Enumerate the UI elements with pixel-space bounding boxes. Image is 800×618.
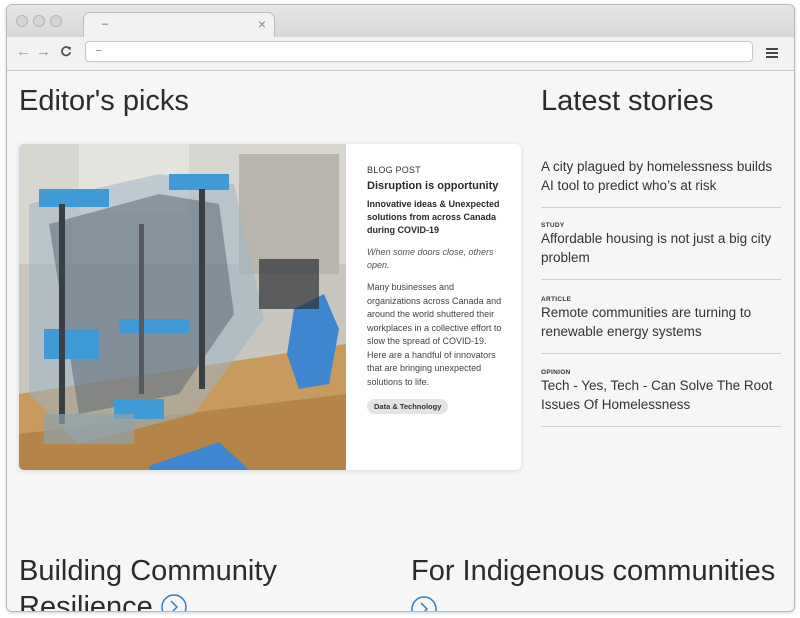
building-resilience-heading-line2[interactable]: Resilience	[19, 591, 187, 612]
tab-title: –	[102, 18, 109, 30]
card-tagline: When some doors close, others open.	[367, 247, 494, 270]
story-item[interactable]: STUDY Affordable housing is not just a b…	[541, 222, 781, 280]
3d-printer-photo	[19, 144, 346, 470]
story-title[interactable]: Affordable housing is not just a big cit…	[541, 229, 781, 267]
story-title[interactable]: Tech - Yes, Tech - Can Solve The Root Is…	[541, 376, 781, 414]
browser-toolbar: ← → –	[7, 37, 794, 71]
featured-card[interactable]: BLOG POST Disruption is opportunity Inno…	[19, 144, 521, 470]
building-resilience-heading-line1[interactable]: Building Community	[19, 555, 277, 588]
maximize-window-button[interactable]	[50, 15, 62, 27]
tab-close-icon[interactable]: ×	[258, 16, 266, 32]
story-item[interactable]: ARTICLE Remote communities are turning t…	[541, 296, 781, 354]
card-description: Many businesses and organizations across…	[367, 282, 502, 387]
card-subtitle: Innovative ideas & Unexpected solutions …	[367, 199, 500, 235]
arrow-circle-icon[interactable]	[161, 594, 187, 612]
reload-icon[interactable]	[60, 44, 72, 60]
address-text: –	[96, 45, 102, 56]
story-label: OPINION	[541, 369, 571, 376]
card-kicker: BLOG POST	[367, 165, 421, 175]
close-window-button[interactable]	[16, 15, 28, 27]
editors-picks-heading: Editor's picks	[19, 85, 189, 117]
story-label: STUDY	[541, 222, 565, 229]
browser-tab[interactable]: – ×	[83, 12, 275, 38]
back-button[interactable]: ←	[16, 43, 31, 60]
featured-card-body: BLOG POST Disruption is opportunity Inno…	[367, 165, 504, 414]
browser-window: – × ← → – Editor's picks Latest stories	[6, 4, 795, 612]
page-content: Editor's picks Latest stories BLOG POST …	[7, 71, 794, 611]
indigenous-communities-heading[interactable]: For Indigenous communities	[411, 555, 775, 588]
story-label: ARTICLE	[541, 296, 572, 303]
story-item[interactable]: OPINION Tech - Yes, Tech - Can Solve The…	[541, 369, 781, 427]
story-item[interactable]: A city plagued by homelessness builds AI…	[541, 157, 781, 208]
minimize-window-button[interactable]	[33, 15, 45, 27]
topic-tag[interactable]: Data & Technology	[367, 399, 449, 414]
story-title[interactable]: Remote communities are turning to renewa…	[541, 303, 781, 341]
browser-titlebar: – ×	[7, 5, 794, 38]
building-resilience-heading-text: Resilience	[19, 591, 153, 612]
menu-icon[interactable]	[766, 48, 778, 60]
forward-button[interactable]: →	[36, 43, 51, 60]
story-title[interactable]: A city plagued by homelessness builds AI…	[541, 157, 781, 195]
latest-stories-heading: Latest stories	[541, 85, 714, 117]
arrow-circle-icon[interactable]	[411, 596, 437, 612]
address-bar[interactable]: –	[85, 41, 753, 62]
card-title[interactable]: Disruption is opportunity	[367, 180, 504, 192]
